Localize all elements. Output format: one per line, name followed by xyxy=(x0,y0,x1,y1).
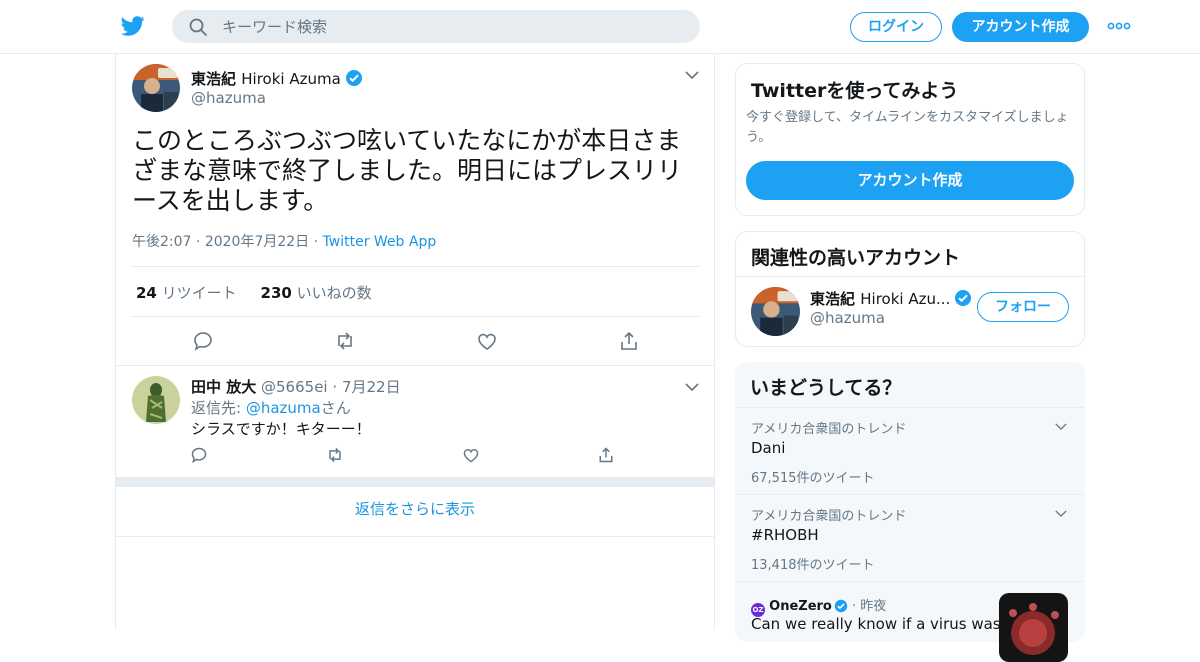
divider xyxy=(736,276,1084,277)
tweet-date[interactable]: 2020年7月22日 xyxy=(205,234,309,250)
reply-to-line: 返信先: @hazumaさん xyxy=(191,399,351,417)
signup-card-title: Twitterを使ってみよう xyxy=(751,80,959,102)
reply-author-avatar[interactable] xyxy=(132,376,180,424)
trend-count: 13,418件のツイート xyxy=(751,558,875,573)
reply-icon[interactable] xyxy=(190,446,208,464)
verified-badge-icon xyxy=(834,599,848,613)
news-headline: Can we really know if a virus was xyxy=(751,615,1001,633)
trends-card: いまどうしてる？ アメリカ合衆国のトレンド Dani 67,515件のツイート … xyxy=(735,362,1085,662)
signup-button[interactable]: アカウント作成 xyxy=(952,12,1089,42)
divider xyxy=(116,365,714,366)
chevron-down-icon[interactable] xyxy=(1055,509,1067,518)
news-time: 昨夜 xyxy=(860,599,887,614)
trend-topic: Dani xyxy=(751,439,786,457)
related-accounts-card: 関連性の高いアカウント 東浩紀 Hiroki Azu... @hazuma フォ… xyxy=(735,231,1085,347)
main-timeline: 東浩紀 Hiroki Azuma @hazuma このところぶつぶつ呟いていたな… xyxy=(115,54,715,630)
section-separator xyxy=(116,477,714,487)
show-more-replies-link[interactable]: 返信をさらに表示 xyxy=(116,498,714,519)
verified-badge-icon xyxy=(345,70,362,86)
related-account-name[interactable]: 東浩紀 Hiroki Azu... xyxy=(810,288,972,309)
news-source-row: OZ OneZero · 昨夜 xyxy=(751,595,886,617)
reply-date[interactable]: 7月22日 xyxy=(342,378,401,396)
divider xyxy=(116,536,714,537)
like-stat[interactable]: 230 いいねの数 xyxy=(261,284,372,302)
share-icon[interactable] xyxy=(597,446,615,464)
chevron-down-icon[interactable] xyxy=(685,70,699,80)
trend-count: 67,515件のツイート xyxy=(751,471,875,486)
related-account-handle[interactable]: @hazuma xyxy=(810,309,885,327)
tweet-stats: 24 リツイート 230 いいねの数 xyxy=(136,282,372,303)
like-icon[interactable] xyxy=(462,446,480,464)
news-source: OneZero xyxy=(769,599,832,614)
news-thumbnail[interactable] xyxy=(999,593,1068,662)
signup-card-subtitle: 今すぐ登録して、タイムラインをカスタマイズしましょう。 xyxy=(746,110,1069,145)
search-icon xyxy=(189,18,207,36)
tweet-time[interactable]: 午後2:07 xyxy=(132,234,191,250)
more-options-icon[interactable] xyxy=(1106,18,1132,34)
trend-topic: #RHOBH xyxy=(751,526,819,544)
search-input[interactable] xyxy=(222,10,682,43)
divider xyxy=(130,266,700,267)
signup-card-button[interactable]: アカウント作成 xyxy=(746,161,1074,200)
share-icon[interactable] xyxy=(618,330,640,352)
news-item[interactable]: OZ OneZero · 昨夜 Can we really know if a … xyxy=(735,581,1085,662)
retweet-icon[interactable] xyxy=(326,446,344,464)
verified-badge-icon xyxy=(955,290,972,306)
reply-author-name[interactable]: 田中 放大 xyxy=(191,378,256,396)
tweet-source-app[interactable]: Twitter Web App xyxy=(323,234,437,250)
trends-card-title: いまどうしてる？ xyxy=(750,377,902,399)
chevron-down-icon[interactable] xyxy=(685,382,699,392)
related-card-title: 関連性の高いアカウント xyxy=(751,247,961,269)
trend-location: アメリカ合衆国のトレンド xyxy=(751,422,907,437)
reply-icon[interactable] xyxy=(192,330,214,352)
author-avatar[interactable] xyxy=(132,64,180,112)
author-handle[interactable]: @hazuma xyxy=(191,89,266,107)
search-bar[interactable] xyxy=(172,10,700,43)
top-bar: ログイン アカウント作成 xyxy=(0,0,1200,54)
chevron-down-icon[interactable] xyxy=(1055,422,1067,431)
retweet-stat[interactable]: 24 リツイート xyxy=(136,284,237,302)
reply-author-handle[interactable]: @5665ei xyxy=(261,378,328,396)
author-name[interactable]: 東浩紀 Hiroki Azuma xyxy=(191,68,363,89)
divider xyxy=(130,316,700,317)
trend-item[interactable]: アメリカ合衆国のトレンド #RHOBH 13,418件のツイート xyxy=(735,494,1085,581)
tweet-meta: 午後2:07 · 2020年7月22日 · Twitter Web App xyxy=(132,234,437,250)
tweet-text: このところぶつぶつ呟いていたなにかが本日さまざまな意味で終了しました。明日にはプ… xyxy=(132,126,683,215)
login-button[interactable]: ログイン xyxy=(850,12,942,42)
related-account-avatar[interactable] xyxy=(751,287,800,336)
reply-header: 田中 放大 @5665ei · 7月22日 xyxy=(191,378,401,396)
trend-item[interactable]: アメリカ合衆国のトレンド Dani 67,515件のツイート xyxy=(735,407,1085,495)
trend-location: アメリカ合衆国のトレンド xyxy=(751,509,907,524)
reply-text: シラスですか！キターー！ xyxy=(191,420,371,438)
retweet-icon[interactable] xyxy=(334,330,356,352)
twitter-bird-icon[interactable] xyxy=(120,14,146,38)
signup-card: Twitterを使ってみよう 今すぐ登録して、タイムラインをカスタマイズしましょ… xyxy=(735,63,1085,216)
follow-button[interactable]: フォロー xyxy=(977,292,1069,322)
like-icon[interactable] xyxy=(476,330,498,352)
reply-to-link[interactable]: @hazuma xyxy=(246,399,321,417)
